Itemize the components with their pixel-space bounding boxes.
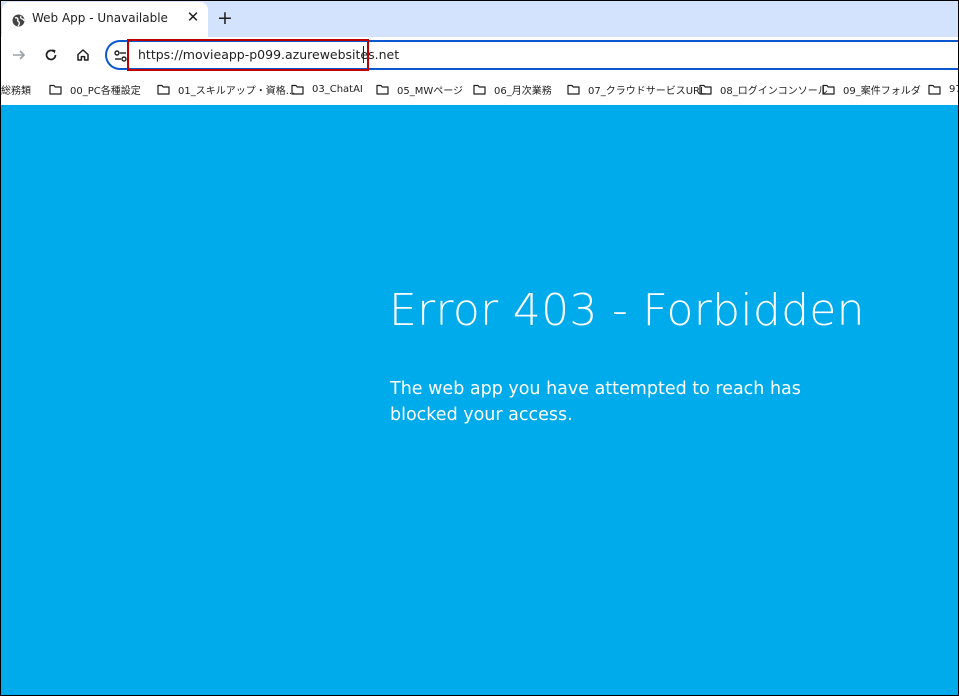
folder-icon [473,84,486,95]
tab-title: Web App - Unavailable [32,11,168,25]
forward-icon[interactable] [7,43,31,67]
bookmark-folder[interactable]: 01_スキルアップ・資格... [157,81,295,97]
error-message: The web app you have attempted to reach … [390,379,801,425]
tab-web-app[interactable]: Web App - Unavailable ✕ [2,2,208,37]
folder-icon [157,84,170,95]
bookmarks-bar: 総務類 00_PC各種設定 01_スキルアップ・資格... 03_ChatAI … [1,73,958,105]
bookmark-folder[interactable]: 03_ChatAI [291,81,363,97]
new-tab-button[interactable]: + [216,8,234,28]
folder-icon [291,84,304,95]
folder-icon [822,84,835,95]
tab-strip: Web App - Unavailable ✕ + [1,1,958,37]
bookmark-folder[interactable]: 07_クラウドサービスURL [567,81,706,97]
folder-icon [376,84,389,95]
folder-icon [49,84,62,95]
browser-window: Web App - Unavailable ✕ + https://moviea… [0,0,959,696]
globe-icon [12,12,25,27]
folder-icon [567,84,580,95]
bookmark-folder[interactable]: 05_MWページ [376,81,463,97]
bookmark-folder[interactable]: 00_PC各種設定 [49,81,141,97]
bookmark-folder[interactable]: 09_案件フォルダ [822,81,921,97]
reload-icon[interactable] [39,43,63,67]
home-icon[interactable] [71,43,95,67]
bookmark-item[interactable]: 総務類 [1,81,31,97]
bookmark-folder[interactable]: 08_ログインコンソール [699,81,828,97]
url-highlight-box [127,39,369,71]
folder-icon [928,84,941,95]
folder-icon [699,84,712,95]
close-icon[interactable]: ✕ [185,9,201,25]
page-content: Error 403 - Forbidden The web app you ha… [1,105,958,695]
error-title: Error 403 - Forbidden [389,285,865,336]
bookmark-folder[interactable]: 06_月次業務 [473,81,552,97]
bookmark-folder[interactable]: 97 [928,81,958,97]
